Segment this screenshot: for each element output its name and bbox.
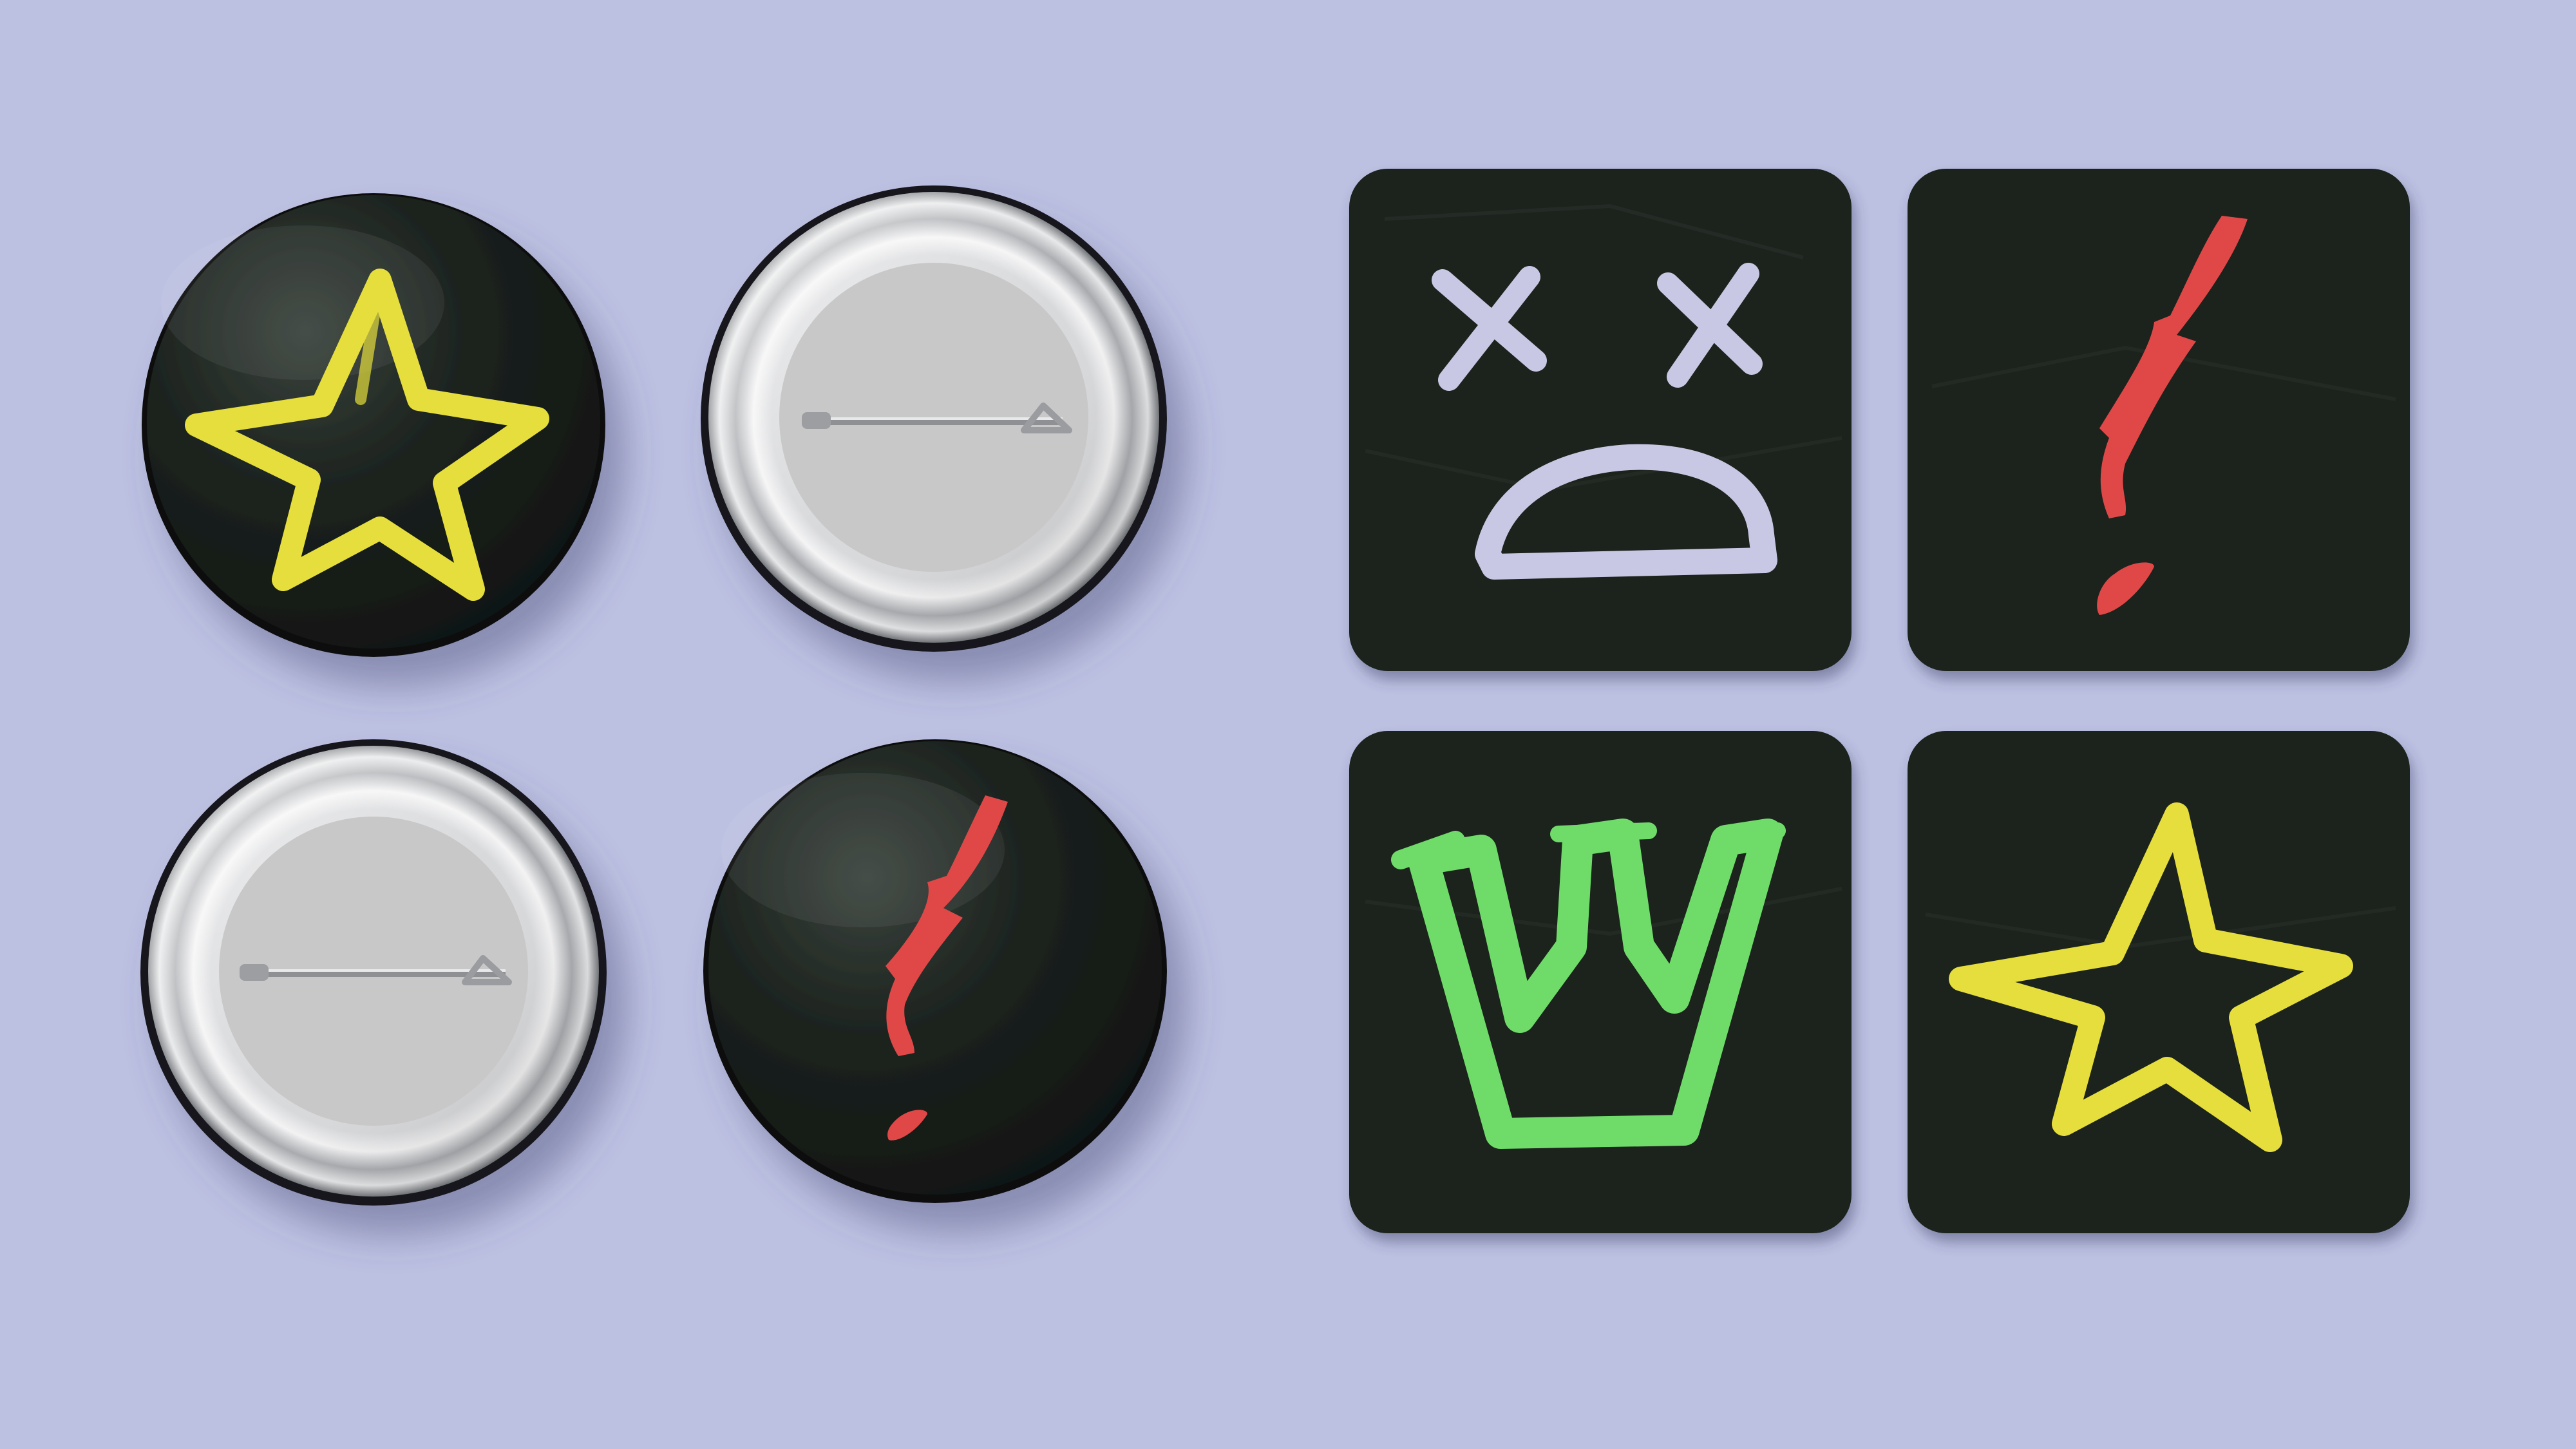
sticker-crown [1349, 731, 1852, 1233]
pin-button-exclamation [703, 739, 1167, 1203]
merch-mockup-scene [0, 0, 2576, 1449]
sticker-dead-face [1349, 169, 1852, 671]
sticker-exclamation [1908, 169, 2410, 671]
